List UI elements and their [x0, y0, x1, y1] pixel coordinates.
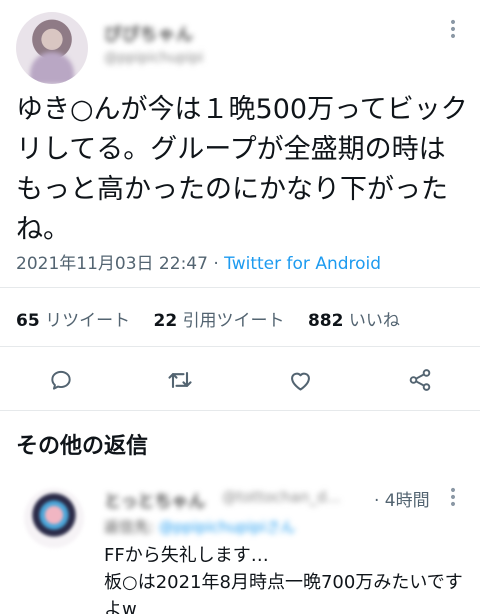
tweet-text: ゆき○んが今は１晩500万ってビックリしてる。グループが全盛期の時はもっと高かっ…: [16, 94, 468, 245]
divider: [0, 287, 480, 288]
divider: [0, 346, 480, 347]
like-icon[interactable]: [284, 364, 316, 396]
quote-tweet-count[interactable]: 22: [153, 311, 177, 331]
retweet-label[interactable]: リツイート: [45, 311, 130, 331]
retweet-icon[interactable]: [164, 364, 196, 396]
tweet-source-link[interactable]: Twitter for Android: [224, 254, 381, 274]
divider: [0, 410, 480, 411]
reply-tweet[interactable]: とっとちゃん @tottochan_d... · 4時間 • • • 返信先: @p…: [0, 472, 480, 614]
replying-label: 返信先:: [104, 518, 155, 536]
author-handle[interactable]: @ppipichupipi: [104, 50, 203, 66]
reply-text: FFから失礼します… 板○は2021年8月時点一晩700万みたいですよw: [104, 545, 463, 614]
meta-separator: ·: [207, 254, 225, 274]
action-bar: [0, 360, 480, 400]
quote-tweet-label[interactable]: 引用ツイート: [183, 311, 285, 331]
reply-time[interactable]: · 4時間: [374, 486, 430, 511]
share-icon[interactable]: [404, 364, 436, 396]
more-vertical-icon[interactable]: • • •: [448, 16, 458, 44]
author-avatar[interactable]: [16, 12, 88, 84]
like-count[interactable]: 882: [308, 311, 344, 331]
reply-icon[interactable]: [45, 364, 77, 396]
retweet-count[interactable]: 65: [16, 311, 40, 331]
section-title: その他の返信: [16, 434, 149, 459]
tweet-stats: 65 リツイート 22 引用ツイート 882 いいね: [16, 306, 418, 331]
reply-avatar[interactable]: [24, 488, 84, 548]
more-vertical-icon[interactable]: • • •: [448, 484, 458, 512]
tweet-timestamp[interactable]: 2021年11月03日 22:47: [16, 254, 208, 274]
like-label[interactable]: いいね: [349, 311, 400, 331]
replying-to: 返信先: @ppipichupipiさん: [104, 516, 295, 537]
reply-author-handle[interactable]: @tottochan_d...: [222, 488, 341, 506]
tweet-meta: 2021年11月03日 22:47 · Twitter for Android: [16, 249, 381, 274]
replying-to-link[interactable]: @ppipichupipiさん: [159, 518, 296, 536]
reply-author-name[interactable]: とっとちゃん: [104, 487, 206, 512]
author-name[interactable]: ぴぴちゃん: [104, 20, 194, 45]
